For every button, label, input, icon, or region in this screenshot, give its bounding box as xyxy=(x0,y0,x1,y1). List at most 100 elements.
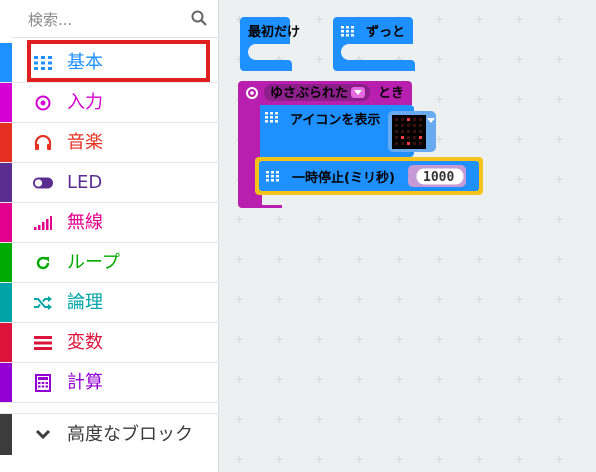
grid-icon xyxy=(33,54,53,72)
grid-mark xyxy=(356,456,363,463)
on-start-block[interactable]: 最初だけ xyxy=(240,17,300,71)
grid-mark xyxy=(476,416,483,423)
grid-mark xyxy=(516,416,523,423)
grid-mark xyxy=(356,336,363,343)
grid-mark xyxy=(476,296,483,303)
grid-mark xyxy=(356,376,363,383)
category-color-bar xyxy=(0,283,12,322)
grid-mark xyxy=(436,256,443,263)
grid-mark xyxy=(436,96,443,103)
grid-mark xyxy=(236,376,243,383)
toolbox-spacer xyxy=(0,403,219,413)
category-advanced[interactable]: 高度なブロック xyxy=(0,413,219,455)
grid-mark xyxy=(316,256,323,263)
grid-mark xyxy=(396,256,403,263)
headphones-icon xyxy=(33,134,53,152)
grid-mark xyxy=(476,336,483,343)
grid-mark xyxy=(436,216,443,223)
show-icon-block[interactable]: アイコンを表示 xyxy=(260,105,436,157)
pause-value: 1000 xyxy=(423,170,454,185)
category-color-bar xyxy=(0,363,12,402)
grid-mark xyxy=(556,216,563,223)
grid-mark xyxy=(236,296,243,303)
grid-mark xyxy=(356,296,363,303)
grid-mark xyxy=(236,336,243,343)
grid-mark xyxy=(516,136,523,143)
lines-icon xyxy=(33,334,53,352)
gesture-dropdown-label: ゆさぶられた xyxy=(270,86,348,101)
grid-mark xyxy=(396,336,403,343)
search-icon[interactable] xyxy=(191,10,207,26)
grid-mark xyxy=(556,256,563,263)
category-color-bar xyxy=(0,414,12,455)
block-canvas[interactable]: 最初だけ ずっと ゆさぶられた とき アイコンを表示 一時停止(ミリ秒) 100… xyxy=(220,0,596,472)
category-input[interactable]: 入力 xyxy=(0,83,219,123)
grid-mark xyxy=(236,216,243,223)
grid-mark xyxy=(436,416,443,423)
grid-mark xyxy=(476,456,483,463)
grid-mark xyxy=(476,96,483,103)
grid-mark xyxy=(476,136,483,143)
grid-icon xyxy=(265,112,278,123)
grid-mark xyxy=(316,296,323,303)
category-loops[interactable]: ループ xyxy=(0,243,219,283)
grid-mark xyxy=(516,56,523,63)
category-basic[interactable]: 基本 xyxy=(0,43,219,83)
grid-mark xyxy=(396,216,403,223)
grid-mark xyxy=(396,376,403,383)
grid-mark xyxy=(356,256,363,263)
grid-mark xyxy=(436,376,443,383)
chevron-down-icon xyxy=(33,426,53,444)
grid-mark xyxy=(316,336,323,343)
grid-mark xyxy=(516,96,523,103)
grid-mark xyxy=(356,416,363,423)
grid-mark xyxy=(316,456,323,463)
category-radio[interactable]: 無線 xyxy=(0,203,219,243)
grid-mark xyxy=(516,16,523,23)
target-icon xyxy=(33,94,53,112)
refresh-icon xyxy=(33,254,53,272)
workspace[interactable]: 最初だけ ずっと ゆさぶられた とき アイコンを表示 一時停止(ミリ秒) 100… xyxy=(220,0,596,472)
grid-mark xyxy=(476,56,483,63)
grid-mark xyxy=(516,376,523,383)
category-math[interactable]: 計算 xyxy=(0,363,219,403)
grid-mark xyxy=(276,336,283,343)
grid-mark xyxy=(236,256,243,263)
grid-mark xyxy=(396,296,403,303)
show-icon-label: アイコンを表示 xyxy=(290,112,380,128)
search-input[interactable]: 検索... xyxy=(28,9,72,30)
category-color-bar xyxy=(0,243,12,282)
grid-mark xyxy=(396,456,403,463)
category-logic[interactable]: 論理 xyxy=(0,283,219,323)
grid-mark xyxy=(516,256,523,263)
on-start-label: 最初だけ xyxy=(248,24,300,40)
search-box[interactable]: 検索... xyxy=(12,0,219,38)
category-variables[interactable]: 変数 xyxy=(0,323,219,363)
grid-mark xyxy=(276,256,283,263)
category-music[interactable]: 音楽 xyxy=(0,123,219,163)
grid-mark xyxy=(516,336,523,343)
grid-mark xyxy=(276,416,283,423)
grid-mark xyxy=(556,296,563,303)
category-label: 高度なブロック xyxy=(67,424,193,445)
category-label: 音楽 xyxy=(67,132,103,153)
grid-mark xyxy=(516,176,523,183)
category-color-bar xyxy=(0,123,12,162)
pause-block[interactable]: 一時停止(ミリ秒) 1000 xyxy=(255,157,483,195)
category-led[interactable]: LED xyxy=(0,163,219,203)
grid-mark xyxy=(276,456,283,463)
category-label: 論理 xyxy=(67,292,103,313)
grid-mark xyxy=(356,216,363,223)
forever-block[interactable]: ずっと xyxy=(333,17,415,71)
category-color-bar xyxy=(0,83,12,122)
category-label: ループ xyxy=(67,252,120,273)
pause-label: 一時停止(ミリ秒) xyxy=(292,170,395,186)
grid-mark xyxy=(516,296,523,303)
category-color-bar xyxy=(0,323,12,362)
shuffle-icon xyxy=(33,294,53,312)
grid-mark xyxy=(316,376,323,383)
grid-icon xyxy=(266,171,279,182)
grid-mark xyxy=(436,56,443,63)
grid-mark xyxy=(316,16,323,23)
grid-mark xyxy=(436,296,443,303)
